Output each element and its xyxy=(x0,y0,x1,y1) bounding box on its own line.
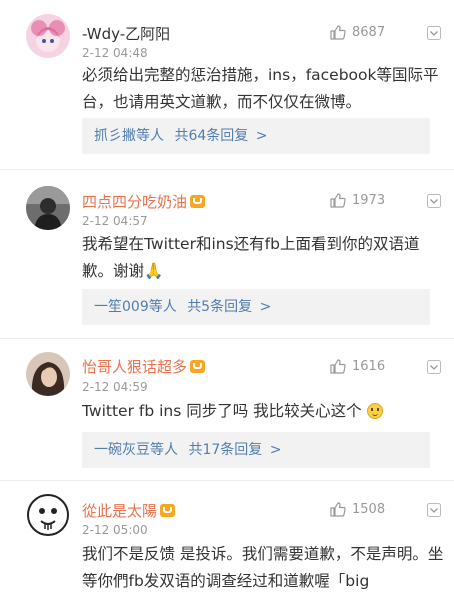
reply-arrow: > xyxy=(255,128,268,144)
comment-text-body: 我希望在Twitter和ins还有fb上面看到你的双语道歉。谢谢 xyxy=(82,235,420,280)
thumbs-up-icon xyxy=(330,359,346,374)
replies-link[interactable]: 一笙009等人 共5条回复 > xyxy=(82,289,430,325)
comment-time: 2-12 04:57 xyxy=(82,214,148,228)
reply-arrow: > xyxy=(269,442,282,458)
vip-crown-icon xyxy=(160,504,176,517)
reply-users: 抓彡撇等人 xyxy=(94,128,164,144)
smile-emoji xyxy=(366,403,383,419)
reply-arrow: > xyxy=(259,299,272,315)
reply-count: 共5条回复 xyxy=(187,299,253,315)
commenter-name-text[interactable]: 四点四分吃奶油 xyxy=(82,193,187,211)
like-button[interactable]: 1508 xyxy=(330,502,385,517)
commenter-name[interactable]: 從此是太陽 xyxy=(82,500,176,521)
pray-emoji: 🙏 xyxy=(144,262,164,280)
reply-count: 共17条回复 xyxy=(188,442,263,458)
comment-text: 我希望在Twitter和ins还有fb上面看到你的双语道歉。谢谢🙏 xyxy=(82,231,447,285)
thumbs-up-icon xyxy=(330,25,346,40)
like-count: 8687 xyxy=(352,25,386,40)
vip-crown-icon xyxy=(190,195,206,208)
like-button[interactable]: 1973 xyxy=(330,193,385,208)
chevron-down-icon[interactable] xyxy=(427,503,441,517)
commenter-name-text[interactable]: 怡哥人狠话超多 xyxy=(82,358,187,376)
thumbs-up-icon xyxy=(330,193,346,208)
avatar[interactable] xyxy=(26,493,70,537)
like-count: 1973 xyxy=(352,193,386,208)
commenter-name[interactable]: 四点四分吃奶油 xyxy=(82,191,206,212)
commenter-name-text[interactable]: 從此是太陽 xyxy=(82,502,157,520)
like-count: 1508 xyxy=(352,502,386,517)
avatar[interactable] xyxy=(26,14,70,58)
replies-link[interactable]: 抓彡撇等人 共64条回复 > xyxy=(82,118,430,154)
comment-text: Twitter fb ins 同步了吗 我比较关心这个 xyxy=(82,398,447,425)
commenter-name[interactable]: 怡哥人狠话超多 xyxy=(82,356,206,377)
avatar[interactable] xyxy=(26,186,70,230)
chevron-down-icon[interactable] xyxy=(427,26,441,40)
comment-text: 必须给出完整的惩治措施，ins，facebook等国际平台，也请用英文道歉，而不… xyxy=(82,66,439,111)
vip-crown-icon xyxy=(190,360,206,373)
avatar[interactable] xyxy=(26,352,70,396)
commenter-name[interactable]: -Wdy-乙阿阳 xyxy=(82,23,170,44)
like-button[interactable]: 1616 xyxy=(330,359,385,374)
chevron-down-icon[interactable] xyxy=(427,360,441,374)
comment-text-body: Twitter fb ins 同步了吗 我比较关心这个 xyxy=(82,402,362,420)
comment-time: 2-12 05:00 xyxy=(82,523,148,537)
reply-users: 一笙009等人 xyxy=(94,299,177,315)
like-count: 1616 xyxy=(352,359,386,374)
divider xyxy=(0,169,454,170)
comment-time: 2-12 04:59 xyxy=(82,380,148,394)
comment-time: 2-12 04:48 xyxy=(82,46,148,60)
chevron-down-icon[interactable] xyxy=(427,194,441,208)
comment-text: 我们不是反馈 是投诉。我们需要道歉，不是声明。坐等你們fb发双语的调查经过和道歉… xyxy=(82,545,444,590)
reply-count: 共64条回复 xyxy=(174,128,249,144)
reply-users: 一碗灰豆等人 xyxy=(94,442,178,458)
divider xyxy=(0,480,454,481)
thumbs-up-icon xyxy=(330,502,346,517)
like-button[interactable]: 8687 xyxy=(330,25,385,40)
divider xyxy=(0,338,454,339)
replies-link[interactable]: 一碗灰豆等人 共17条回复 > xyxy=(82,432,430,468)
